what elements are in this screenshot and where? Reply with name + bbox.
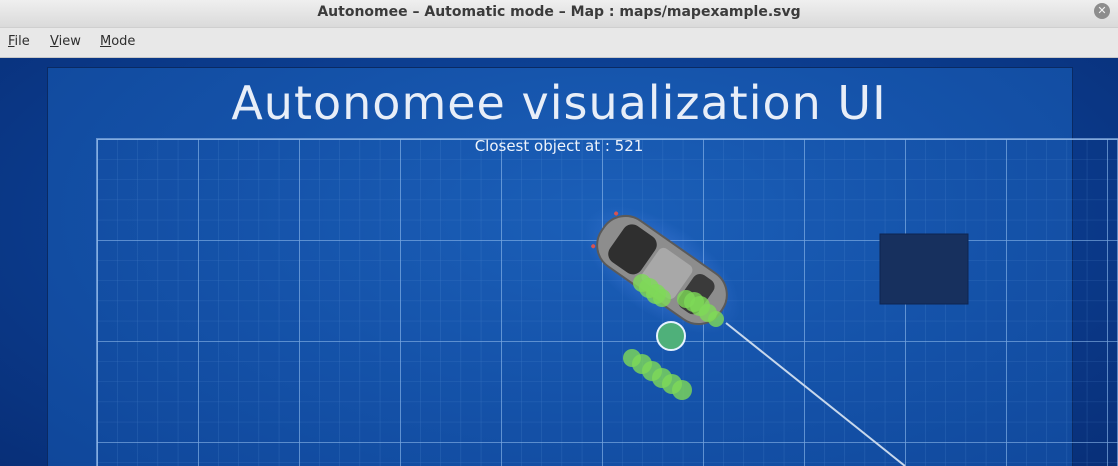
menu-mode-label: ode bbox=[111, 34, 136, 49]
obstacle-block bbox=[879, 233, 969, 305]
menu-view-label: iew bbox=[58, 34, 81, 49]
menu-mode-accel: M bbox=[100, 34, 112, 49]
menu-file-label: ile bbox=[14, 34, 30, 49]
closest-object-readout: Closest object at : 521 bbox=[474, 137, 644, 155]
menu-view-accel: V bbox=[50, 34, 59, 49]
menu-bar: File View Mode bbox=[0, 28, 1118, 58]
target-marker[interactable] bbox=[656, 321, 686, 351]
window-titlebar: Autonomee – Automatic mode – Map : maps/… bbox=[0, 0, 1118, 28]
menu-view[interactable]: View bbox=[50, 34, 81, 49]
menu-file[interactable]: File bbox=[8, 34, 30, 49]
close-icon[interactable]: ✕ bbox=[1094, 3, 1110, 19]
menu-mode[interactable]: Mode bbox=[100, 34, 135, 49]
visualization-area[interactable]: Autonomee visualization UI Closest objec… bbox=[0, 58, 1118, 466]
page-title: Autonomee visualization UI bbox=[231, 76, 887, 130]
window-title: Autonomee – Automatic mode – Map : maps/… bbox=[317, 4, 801, 20]
